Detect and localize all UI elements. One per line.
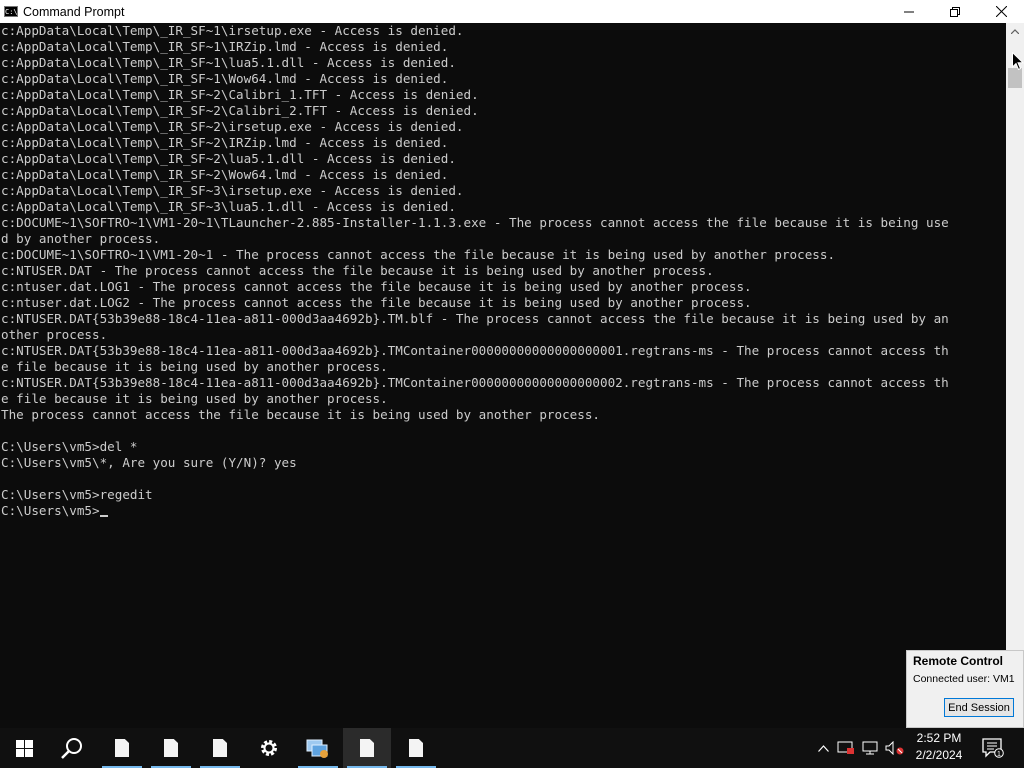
document-icon xyxy=(360,739,374,757)
console-line: c:AppData\Local\Temp\_IR_SF~2\Calibri_1.… xyxy=(1,87,479,102)
close-icon xyxy=(995,6,1007,17)
console-line: c:DOCUME~1\SOFTRO~1\VM1-20~1\TLauncher-2… xyxy=(1,215,949,230)
console-line: c:AppData\Local\Temp\_IR_SF~2\irsetup.ex… xyxy=(1,119,464,134)
console-line: c:AppData\Local\Temp\_IR_SF~2\lua5.1.dll… xyxy=(1,151,456,166)
console-line: The process cannot access the file becau… xyxy=(1,407,600,422)
taskbar: 2:52 PM 2/2/2024 1 xyxy=(0,728,1024,768)
console-line: c:NTUSER.DAT{53b39e88-18c4-11ea-a811-000… xyxy=(1,311,949,326)
console-line: c:AppData\Local\Temp\_IR_SF~1\IRZip.lmd … xyxy=(1,39,449,54)
console-line: c:AppData\Local\Temp\_IR_SF~1\irsetup.ex… xyxy=(1,23,464,38)
text-cursor xyxy=(99,515,108,517)
close-button[interactable] xyxy=(978,0,1024,23)
restore-icon xyxy=(950,6,960,17)
minimize-icon xyxy=(904,11,914,12)
console-line: other process. xyxy=(1,327,108,342)
remote-control-panel: Remote Control Connected user: VM1 End S… xyxy=(906,650,1024,728)
start-button[interactable] xyxy=(0,728,48,768)
console-line: e file because it is being used by anoth… xyxy=(1,359,388,374)
remote-control-title: Remote Control xyxy=(913,654,1003,668)
mouse-pointer-icon xyxy=(1012,51,1024,75)
tray-volume[interactable] xyxy=(884,728,906,768)
clock-date: 2/2/2024 xyxy=(915,748,963,762)
notification-count: 1 xyxy=(997,751,1001,758)
console-line: c:AppData\Local\Temp\_IR_SF~3\lua5.1.dll… xyxy=(1,199,456,214)
console-line: c:AppData\Local\Temp\_IR_SF~2\Wow64.lmd … xyxy=(1,167,449,182)
end-session-button[interactable]: End Session xyxy=(944,698,1014,717)
command-prompt-window[interactable]: C:\ Command Prompt c:AppData\Local\Temp\… xyxy=(0,0,1024,728)
console-line: d by another process. xyxy=(1,231,161,246)
console-line: c:NTUSER.DAT{53b39e88-18c4-11ea-a811-000… xyxy=(1,375,949,390)
console-line: c:ntuser.dat.LOG1 - The process cannot a… xyxy=(1,279,752,294)
tray-network[interactable] xyxy=(860,728,880,768)
console-output[interactable]: c:AppData\Local\Temp\_IR_SF~1\irsetup.ex… xyxy=(0,23,1007,728)
taskbar-document-3[interactable] xyxy=(196,728,244,768)
console-line: c:AppData\Local\Temp\_IR_SF~1\Wow64.lmd … xyxy=(1,71,449,86)
console-line: e file because it is being used by anoth… xyxy=(1,391,388,406)
search-icon xyxy=(61,738,82,759)
document-icon xyxy=(115,739,129,757)
console-line: C:\Users\vm5\*, Are you sure (Y/N)? yes xyxy=(1,455,297,470)
vertical-scrollbar[interactable] xyxy=(1006,23,1024,728)
title-bar[interactable]: C:\ Command Prompt xyxy=(0,0,1024,23)
console-line: c:AppData\Local\Temp\_IR_SF~2\IRZip.lmd … xyxy=(1,135,449,150)
cmd-icon: C:\ xyxy=(4,6,18,17)
console-line: c:AppData\Local\Temp\_IR_SF~2\Calibri_2.… xyxy=(1,103,479,118)
network-app-icon xyxy=(306,739,328,758)
connected-user-label: Connected user: VM1 xyxy=(913,673,1015,685)
security-monitor-icon xyxy=(837,741,854,754)
scroll-up-button[interactable] xyxy=(1006,23,1024,40)
taskbar-document-4[interactable] xyxy=(392,728,440,768)
notification-icon: 1 xyxy=(982,738,1004,758)
taskbar-clock[interactable]: 2:52 PM 2/2/2024 xyxy=(908,728,970,768)
console-line: c:ntuser.dat.LOG2 - The process cannot a… xyxy=(1,295,752,310)
document-icon xyxy=(213,739,227,757)
console-line: c:NTUSER.DAT - The process cannot access… xyxy=(1,263,714,278)
console-prompt-line[interactable]: C:\Users\vm5> xyxy=(1,503,1007,519)
taskbar-document-2[interactable] xyxy=(147,728,195,768)
taskbar-document-active[interactable] xyxy=(343,728,391,768)
taskbar-document-1[interactable] xyxy=(98,728,146,768)
volume-muted-icon xyxy=(885,741,904,755)
document-icon xyxy=(164,739,178,757)
network-icon xyxy=(862,741,878,755)
start-windows-icon xyxy=(15,739,33,757)
clock-time: 2:52 PM xyxy=(916,731,962,745)
taskbar-network-app[interactable] xyxy=(294,728,342,768)
tray-show-hidden[interactable] xyxy=(814,728,832,768)
taskbar-settings[interactable] xyxy=(245,728,293,768)
chevron-up-icon xyxy=(1011,29,1019,34)
restore-button[interactable] xyxy=(932,0,978,23)
search-button[interactable] xyxy=(48,728,96,768)
window-title: Command Prompt xyxy=(23,4,125,19)
console-line: c:AppData\Local\Temp\_IR_SF~1\lua5.1.dll… xyxy=(1,55,456,70)
action-center-button[interactable]: 1 xyxy=(980,728,1006,768)
console-line: C:\Users\vm5>regedit xyxy=(1,487,153,502)
console-line: c:DOCUME~1\SOFTRO~1\VM1-20~1 - The proce… xyxy=(1,247,836,262)
console-line: c:NTUSER.DAT{53b39e88-18c4-11ea-a811-000… xyxy=(1,343,949,358)
console-prompt: C:\Users\vm5> xyxy=(1,503,100,518)
chevron-up-icon xyxy=(817,744,829,752)
settings-gear-icon xyxy=(261,740,277,756)
console-line: c:AppData\Local\Temp\_IR_SF~3\irsetup.ex… xyxy=(1,183,464,198)
console-line: C:\Users\vm5>del * xyxy=(1,439,138,454)
tray-security[interactable] xyxy=(836,728,856,768)
document-icon xyxy=(409,739,423,757)
minimize-button[interactable] xyxy=(886,0,932,23)
